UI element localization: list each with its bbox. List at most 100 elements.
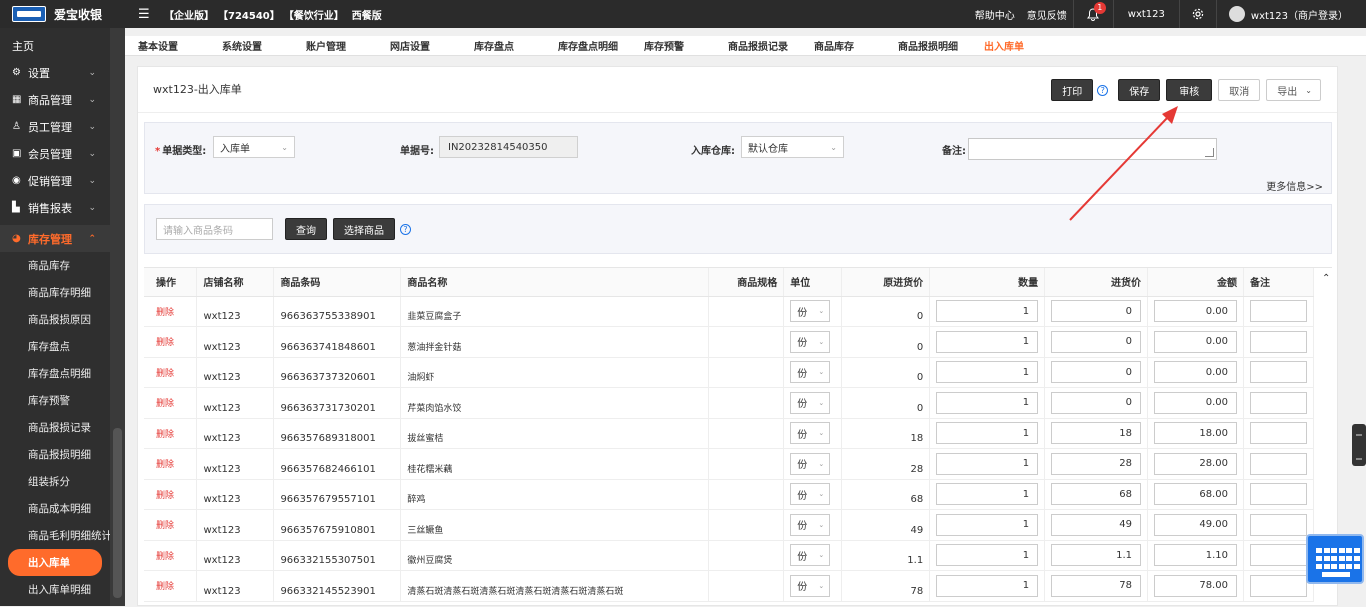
tab-stock-alert[interactable]: 库存预警 bbox=[631, 38, 715, 53]
quantity-input[interactable]: 1 bbox=[936, 300, 1039, 323]
tab-stock[interactable]: 商品库存 bbox=[801, 38, 885, 53]
price-input[interactable]: 68 bbox=[1051, 483, 1142, 506]
select-product-button[interactable]: 选择商品 bbox=[333, 218, 395, 240]
price-input[interactable]: 0 bbox=[1051, 361, 1142, 384]
tab-system-settings[interactable]: 系统设置 bbox=[209, 38, 293, 53]
quantity-input[interactable]: 1 bbox=[936, 330, 1039, 353]
unit-select[interactable]: 份 ⌄ bbox=[790, 483, 831, 506]
sidebar-subitem[interactable]: 商品报损记录 bbox=[0, 414, 110, 441]
delete-link[interactable]: 删除 bbox=[144, 387, 198, 419]
price-input[interactable]: 49 bbox=[1051, 513, 1142, 536]
tab-stocktake[interactable]: 库存盘点 bbox=[461, 38, 545, 53]
quantity-input[interactable]: 1 bbox=[936, 361, 1039, 384]
sidebar-subitem[interactable]: 商品成本明细 bbox=[0, 495, 110, 522]
delete-link[interactable]: 删除 bbox=[144, 479, 198, 510]
username-link[interactable]: wxt123 bbox=[1112, 0, 1179, 28]
price-input[interactable]: 18 bbox=[1051, 422, 1142, 445]
quantity-input[interactable]: 1 bbox=[936, 574, 1039, 597]
sidebar-subitem[interactable]: 库存盘点 bbox=[0, 333, 110, 360]
unit-select[interactable]: 份 ⌄ bbox=[790, 361, 831, 384]
unit-select[interactable]: 份 ⌄ bbox=[790, 513, 831, 536]
scrollbar-thumb[interactable] bbox=[113, 428, 122, 598]
keyboard-icon[interactable] bbox=[1306, 534, 1364, 584]
menu-toggle-icon[interactable]: ☰ bbox=[138, 7, 154, 22]
quantity-input[interactable]: 1 bbox=[936, 544, 1039, 567]
delete-link[interactable]: 删除 bbox=[144, 326, 198, 358]
price-input[interactable]: 78 bbox=[1051, 574, 1142, 597]
remark-input[interactable] bbox=[1249, 422, 1307, 445]
audit-button[interactable]: 审核 bbox=[1166, 79, 1213, 101]
remark-input[interactable] bbox=[1249, 330, 1307, 353]
quantity-input[interactable]: 1 bbox=[936, 391, 1039, 414]
help-icon[interactable]: ? bbox=[400, 224, 411, 235]
amount-input[interactable]: 0.00 bbox=[1154, 391, 1237, 414]
amount-input[interactable]: 49.00 bbox=[1154, 513, 1237, 536]
amount-input[interactable]: 0.00 bbox=[1154, 361, 1237, 384]
sidebar-item-reports[interactable]: ▙ 销售报表 ⌄ bbox=[0, 194, 110, 221]
unit-select[interactable]: 份 ⌄ bbox=[790, 574, 831, 597]
tab-account[interactable]: 账户管理 bbox=[293, 38, 377, 53]
price-input[interactable]: 1.1 bbox=[1051, 544, 1142, 567]
remark-input[interactable] bbox=[1249, 361, 1307, 384]
delete-link[interactable]: 删除 bbox=[144, 418, 198, 449]
warehouse-select[interactable]: 默认仓库 ⌄ bbox=[741, 136, 844, 158]
sidebar-subitem[interactable]: 库存预警 bbox=[0, 387, 110, 414]
sidebar-item-inventory[interactable]: ◕ 库存管理 ⌃ bbox=[0, 225, 110, 252]
sidebar-subitem[interactable]: 商品报损原因 bbox=[0, 306, 110, 333]
delete-link[interactable]: 删除 bbox=[144, 296, 198, 327]
barcode-search-input[interactable]: 请输入商品条码 bbox=[156, 218, 273, 240]
price-input[interactable]: 28 bbox=[1051, 452, 1142, 475]
sidebar-item-settings[interactable]: ⚙ 设置 ⌄ bbox=[0, 59, 110, 86]
quantity-input[interactable]: 1 bbox=[936, 513, 1039, 536]
amount-input[interactable]: 0.00 bbox=[1154, 330, 1237, 353]
price-input[interactable]: 0 bbox=[1051, 300, 1142, 323]
print-button[interactable]: 打印 bbox=[1051, 79, 1094, 101]
tab-loss-detail[interactable]: 商品报损明细 bbox=[885, 38, 971, 53]
amount-input[interactable]: 68.00 bbox=[1154, 483, 1237, 506]
unit-select[interactable]: 份 ⌄ bbox=[790, 300, 831, 323]
unit-select[interactable]: 份 ⌄ bbox=[790, 422, 831, 445]
remark-input[interactable] bbox=[1249, 483, 1307, 506]
sidebar-subitem-current[interactable]: 出入库单 bbox=[8, 549, 102, 576]
export-button[interactable]: 导出 ⌄ bbox=[1266, 79, 1321, 101]
sidebar-subitem[interactable]: 商品库存 bbox=[0, 252, 110, 279]
sidebar-subitem[interactable]: 商品毛利明细统计 bbox=[0, 522, 110, 549]
query-button[interactable]: 查询 bbox=[285, 218, 327, 240]
doc-type-select[interactable]: 入库单 ⌄ bbox=[213, 136, 295, 158]
sidebar-subitem[interactable]: 商品报损明细 bbox=[0, 441, 110, 468]
remark-input[interactable] bbox=[1249, 391, 1307, 414]
sidebar-subitem[interactable]: 出入库单明细 bbox=[0, 576, 110, 603]
delete-link[interactable]: 删除 bbox=[144, 570, 198, 602]
remark-textarea[interactable] bbox=[968, 138, 1217, 160]
sidebar-item-products[interactable]: ▦ 商品管理 ⌄ bbox=[0, 86, 110, 113]
tab-stocktake-detail[interactable]: 库存盘点明细 bbox=[545, 38, 631, 53]
amount-input[interactable]: 18.00 bbox=[1154, 422, 1237, 445]
quantity-input[interactable]: 1 bbox=[936, 483, 1039, 506]
amount-input[interactable]: 0.00 bbox=[1154, 300, 1237, 323]
help-center-link[interactable]: 帮助中心 bbox=[969, 0, 1021, 28]
logo[interactable]: 爱宝收银 bbox=[0, 0, 130, 28]
more-info-link[interactable]: 更多信息>> bbox=[1266, 178, 1323, 193]
save-button[interactable]: 保存 bbox=[1118, 79, 1161, 101]
amount-input[interactable]: 78.00 bbox=[1154, 574, 1237, 597]
amount-input[interactable]: 1.10 bbox=[1154, 544, 1237, 567]
sidebar-item-home[interactable]: 主页 bbox=[0, 32, 110, 59]
remark-input[interactable] bbox=[1249, 574, 1307, 597]
delete-link[interactable]: 删除 bbox=[144, 357, 198, 388]
tab-basic-settings[interactable]: 基本设置 bbox=[125, 38, 209, 53]
remark-input[interactable] bbox=[1249, 513, 1307, 536]
sidebar-item-staff[interactable]: ♙ 员工管理 ⌄ bbox=[0, 113, 110, 140]
amount-input[interactable]: 28.00 bbox=[1154, 452, 1237, 475]
account-menu[interactable]: wxt123（商户登录） bbox=[1215, 0, 1366, 28]
quantity-input[interactable]: 1 bbox=[936, 422, 1039, 445]
sidebar-subitem[interactable]: 商品库存明细 bbox=[0, 279, 110, 306]
delete-link[interactable]: 删除 bbox=[144, 509, 198, 541]
unit-select[interactable]: 份 ⌄ bbox=[790, 544, 831, 567]
tab-online-store[interactable]: 网店设置 bbox=[377, 38, 461, 53]
sidebar-item-promotions[interactable]: ◉ 促销管理 ⌄ bbox=[0, 167, 110, 194]
unit-select[interactable]: 份 ⌄ bbox=[790, 330, 831, 353]
remark-input[interactable] bbox=[1249, 452, 1307, 475]
price-input[interactable]: 0 bbox=[1051, 391, 1142, 414]
sidebar-scrollbar[interactable] bbox=[110, 28, 125, 606]
settings-button[interactable] bbox=[1178, 0, 1216, 28]
